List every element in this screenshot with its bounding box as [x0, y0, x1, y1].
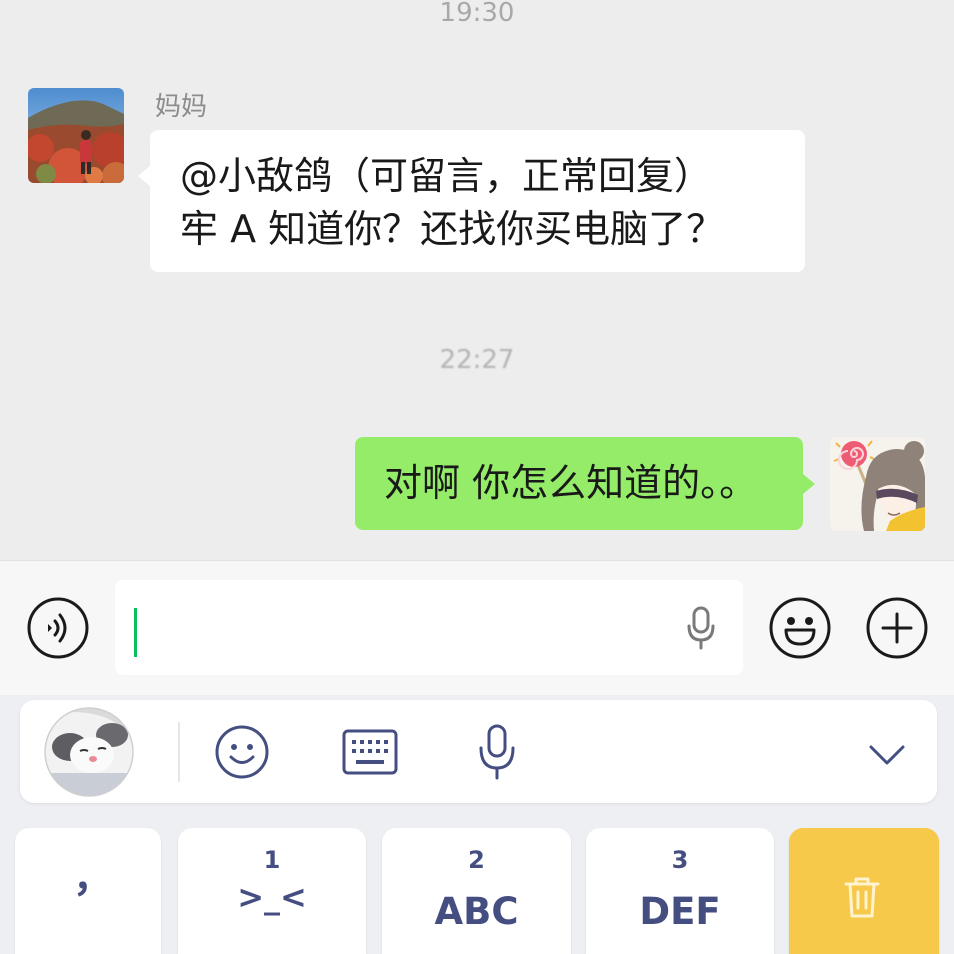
message-line: @小敌鸽（可留言，正常回复） — [180, 154, 713, 198]
key-3-def[interactable]: 3 DEF — [586, 828, 774, 954]
my-avatar[interactable] — [830, 437, 925, 531]
sender-name: 妈妈 — [155, 92, 208, 122]
timestamp: 19:30 — [439, 0, 515, 28]
keyboard-icon[interactable] — [342, 729, 398, 775]
key-1[interactable]: 1 >_< — [178, 828, 366, 954]
toolbar-divider — [178, 722, 180, 782]
key-number: 3 — [671, 846, 689, 874]
avatar-image — [28, 88, 124, 183]
message-input[interactable] — [115, 580, 743, 675]
key-2-abc[interactable]: 2 ABC — [382, 828, 571, 954]
keyboard-avatar[interactable] — [44, 707, 134, 797]
plus-icon — [866, 597, 928, 659]
chat-input-bar — [0, 560, 954, 695]
microphone-icon[interactable] — [686, 606, 716, 650]
emoji-button[interactable] — [769, 597, 831, 659]
avatar-image — [830, 437, 925, 531]
more-button[interactable] — [866, 597, 928, 659]
message-line: 牢 A 知道你？还找你买电脑了？ — [180, 207, 725, 251]
keyboard-toolbar — [20, 700, 937, 803]
outgoing-message-bubble[interactable]: 对啊 你怎么知道的。。 — [355, 437, 815, 530]
chevron-down-icon[interactable] — [867, 743, 907, 767]
key-comma[interactable]: ， — [15, 828, 161, 954]
key-label: ABC — [434, 890, 519, 933]
voice-button[interactable] — [27, 597, 89, 659]
ime-keyboard: ， 1 >_< 2 ABC 3 DEF — [0, 695, 954, 954]
key-label: ， — [73, 855, 113, 901]
incoming-message-bubble[interactable]: @小敌鸽（可留言，正常回复） 牢 A 知道你？还找你买电脑了？ — [138, 130, 805, 272]
key-label: DEF — [639, 890, 721, 933]
smiley-icon[interactable] — [214, 724, 270, 780]
smiley-icon — [769, 597, 831, 659]
text-cursor — [134, 608, 137, 657]
voice-icon — [27, 597, 89, 659]
key-number: 2 — [468, 846, 485, 874]
timestamp: 22:27 — [439, 345, 515, 375]
key-number: 1 — [263, 846, 281, 874]
trash-icon — [844, 877, 880, 918]
key-label: >_< — [237, 878, 307, 916]
microphone-icon[interactable] — [477, 724, 517, 780]
avatar-image — [44, 707, 134, 797]
message-text: 对啊 你怎么知道的。。 — [384, 461, 758, 505]
delete-key[interactable] — [789, 828, 939, 954]
sender-avatar[interactable] — [28, 88, 124, 183]
